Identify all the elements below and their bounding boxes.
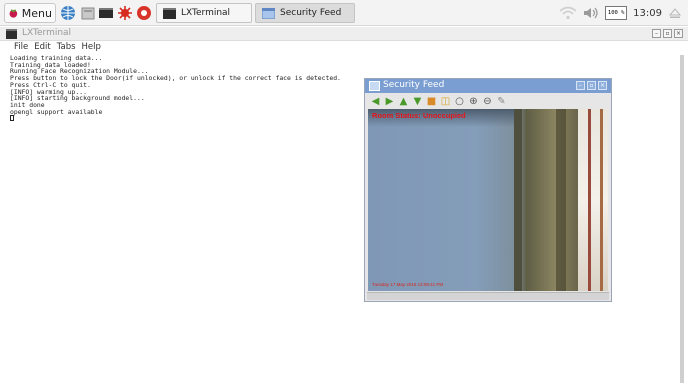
window-title: LXTerminal [22, 28, 72, 38]
terminal-titlebar[interactable]: LXTerminal – ▫ × [0, 27, 688, 41]
door-shadow [556, 109, 566, 291]
menu-help[interactable]: Help [82, 42, 101, 54]
eject-icon[interactable] [668, 6, 682, 20]
minimize-button[interactable]: – [576, 81, 585, 90]
feed-statusbar [367, 292, 609, 300]
pin-icon[interactable]: ✎ [496, 96, 507, 107]
taskbar-item-label: LXTerminal [181, 8, 231, 18]
curtain-stripe [600, 109, 603, 291]
math-icon[interactable] [117, 5, 133, 21]
taskbar-item-label: Security Feed [280, 8, 342, 18]
wifi-icon[interactable] [559, 6, 577, 20]
menu-tabs[interactable]: Tabs [57, 42, 76, 54]
timestamp-overlay: Tuesday 17 May 2016 13:09:41 PM [372, 282, 444, 287]
security-feed-window: Security Feed – ▫ × ◀ ▶ ▲ ▼ ■ ◫ ○ ⊕ ⊖ ✎ … [364, 78, 612, 302]
text-cursor [10, 115, 14, 122]
file-manager-icon[interactable] [80, 5, 96, 21]
menu-edit[interactable]: Edit [34, 42, 50, 54]
terminal-icon[interactable] [98, 5, 114, 21]
save-icon[interactable]: ■ [426, 96, 437, 107]
zoom-icon[interactable]: ○ [454, 96, 465, 107]
room-status-overlay: Room Status: Unoccupied [372, 111, 466, 120]
zoom-out-icon[interactable]: ⊖ [482, 96, 493, 107]
security-feed-titlebar[interactable]: Security Feed – ▫ × [365, 79, 611, 93]
window-controls: – ▫ × [652, 29, 683, 38]
maximize-button[interactable]: ▫ [663, 29, 672, 38]
minimize-button[interactable]: – [652, 29, 661, 38]
arrow-right-icon[interactable]: ▶ [384, 96, 395, 107]
menu-button[interactable]: Menu [4, 3, 56, 23]
system-tray: 100 % 13:09 [559, 4, 682, 22]
menu-file[interactable]: File [14, 42, 28, 54]
window-title: Security Feed [383, 80, 445, 90]
camera-feed: Room Status: Unoccupied Tuesday 17 May 2… [368, 109, 608, 291]
properties-icon[interactable]: ◫ [440, 96, 451, 107]
terminal-menubar: File Edit Tabs Help [0, 42, 688, 54]
taskbar-item-lxterminal[interactable]: LXTerminal [156, 3, 252, 23]
arrow-down-icon[interactable]: ▼ [412, 96, 423, 107]
clock[interactable]: 13:09 [633, 8, 662, 19]
terminal-scrollbar[interactable] [680, 55, 684, 383]
feed-toolbar: ◀ ▶ ▲ ▼ ■ ◫ ○ ⊕ ⊖ ✎ [367, 94, 609, 108]
maximize-button[interactable]: ▫ [587, 81, 596, 90]
zoom-in-icon[interactable]: ⊕ [468, 96, 479, 107]
terminal-line: Loading training data... [10, 54, 103, 62]
window-icon [369, 81, 380, 91]
help-icon[interactable] [136, 5, 152, 21]
terminal-icon [6, 29, 17, 39]
taskbar-item-security-feed[interactable]: Security Feed [255, 3, 355, 23]
close-button[interactable]: × [598, 81, 607, 90]
menu-label: Menu [21, 6, 52, 20]
close-button[interactable]: × [674, 29, 683, 38]
window-light [578, 109, 608, 291]
window-icon [262, 7, 275, 19]
raspberry-icon [9, 9, 18, 18]
terminal-icon [163, 7, 176, 19]
window-controls: – ▫ × [576, 81, 607, 90]
taskbar: Menu LXTerminal Security Feed 100 % 13:0… [0, 0, 688, 26]
curtain-stripe [588, 109, 591, 291]
arrow-up-icon[interactable]: ▲ [398, 96, 409, 107]
web-browser-icon[interactable] [60, 5, 76, 21]
volume-icon[interactable] [583, 6, 599, 20]
door-frame [514, 109, 522, 291]
arrow-left-icon[interactable]: ◀ [370, 96, 381, 107]
cpu-monitor: 100 % [605, 6, 628, 20]
